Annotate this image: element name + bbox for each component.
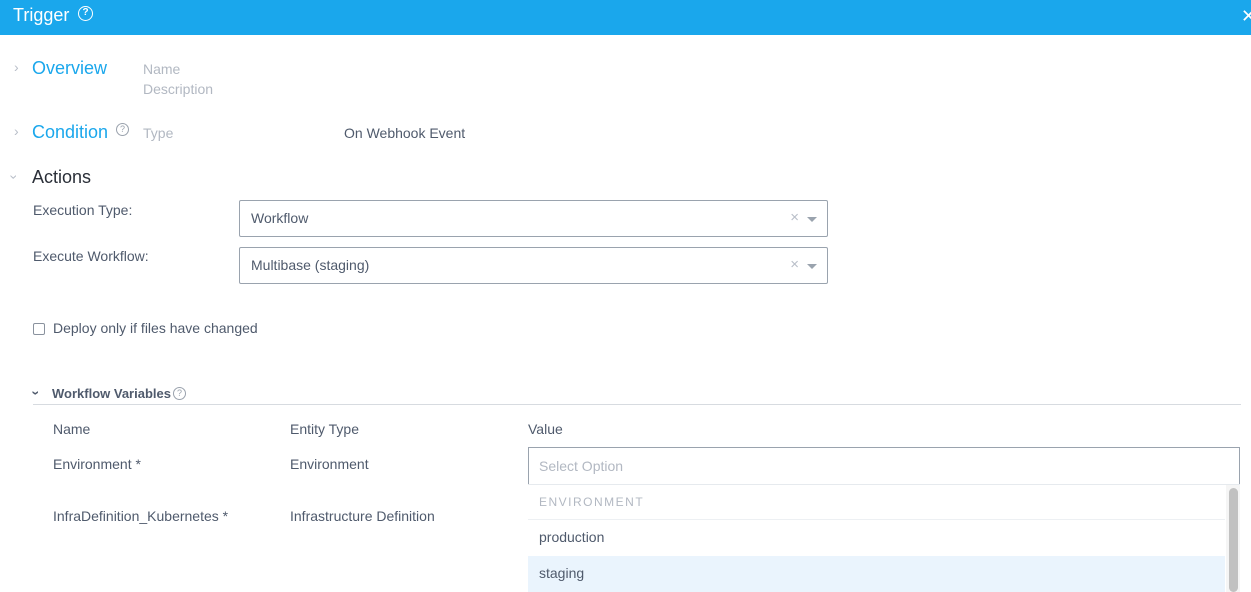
section-overview[interactable]: Overview <box>32 58 107 79</box>
deploy-only-if-changed-checkbox[interactable] <box>33 323 45 335</box>
caret-down-icon[interactable] <box>807 264 817 269</box>
clear-icon[interactable]: × <box>790 256 799 273</box>
question-circle-icon[interactable]: ? <box>173 387 186 400</box>
variable-entity-type: Infrastructure Definition <box>290 508 435 524</box>
execution-type-label: Execution Type: <box>33 202 133 218</box>
condition-type-value: On Webhook Event <box>344 125 466 141</box>
variable-entity-type: Environment <box>290 456 369 472</box>
environment-dropdown-menu: ENVIRONMENT production staging <box>528 484 1240 592</box>
chevron-down-icon[interactable]: › <box>28 391 44 396</box>
deploy-only-if-changed-label[interactable]: Deploy only if files have changed <box>53 320 258 336</box>
chevron-right-icon[interactable]: › <box>14 123 19 139</box>
column-header-name: Name <box>53 421 91 437</box>
close-icon[interactable]: ✕ <box>1241 6 1251 27</box>
column-header-entity-type: Entity Type <box>290 421 360 437</box>
workflow-variables-title[interactable]: Workflow Variables <box>52 386 171 401</box>
section-actions[interactable]: Actions <box>32 167 91 188</box>
overview-name-label: Name <box>143 61 181 77</box>
dropdown-group-header: ENVIRONMENT <box>528 485 1225 520</box>
execute-workflow-value: Multibase (staging) <box>251 257 370 273</box>
execute-workflow-select[interactable]: Multibase (staging) × <box>239 247 828 284</box>
variable-name: InfraDefinition_Kubernetes * <box>53 508 229 524</box>
divider <box>33 404 1241 405</box>
column-header-value: Value <box>528 421 563 437</box>
caret-down-icon[interactable] <box>807 217 817 222</box>
dropdown-option-label: production <box>539 529 605 545</box>
condition-type-label: Type <box>143 125 174 141</box>
section-condition[interactable]: Condition <box>32 122 108 143</box>
environment-value-select[interactable]: Select Option <box>528 447 1240 485</box>
chevron-right-icon[interactable]: › <box>14 59 19 75</box>
execution-type-value: Workflow <box>251 210 309 226</box>
execute-workflow-label: Execute Workflow: <box>33 248 149 264</box>
execution-type-select[interactable]: Workflow × <box>239 200 828 237</box>
select-placeholder: Select Option <box>539 458 624 474</box>
dropdown-option[interactable]: production <box>528 520 1225 556</box>
question-circle-icon[interactable]: ? <box>116 123 129 136</box>
dropdown-option-label: staging <box>539 565 585 581</box>
dropdown-option[interactable]: staging <box>528 556 1225 592</box>
overview-description-label: Description <box>143 81 214 97</box>
dialog-header: Trigger ? ✕ <box>0 0 1251 35</box>
question-circle-icon[interactable]: ? <box>78 6 93 21</box>
chevron-down-icon[interactable]: › <box>6 175 22 180</box>
variable-name: Environment * <box>53 456 141 472</box>
dropdown-group-label: ENVIRONMENT <box>539 495 645 509</box>
clear-icon[interactable]: × <box>790 209 799 226</box>
dropdown-scrollbar-thumb[interactable] <box>1229 488 1238 592</box>
dialog-title: Trigger <box>13 5 70 25</box>
